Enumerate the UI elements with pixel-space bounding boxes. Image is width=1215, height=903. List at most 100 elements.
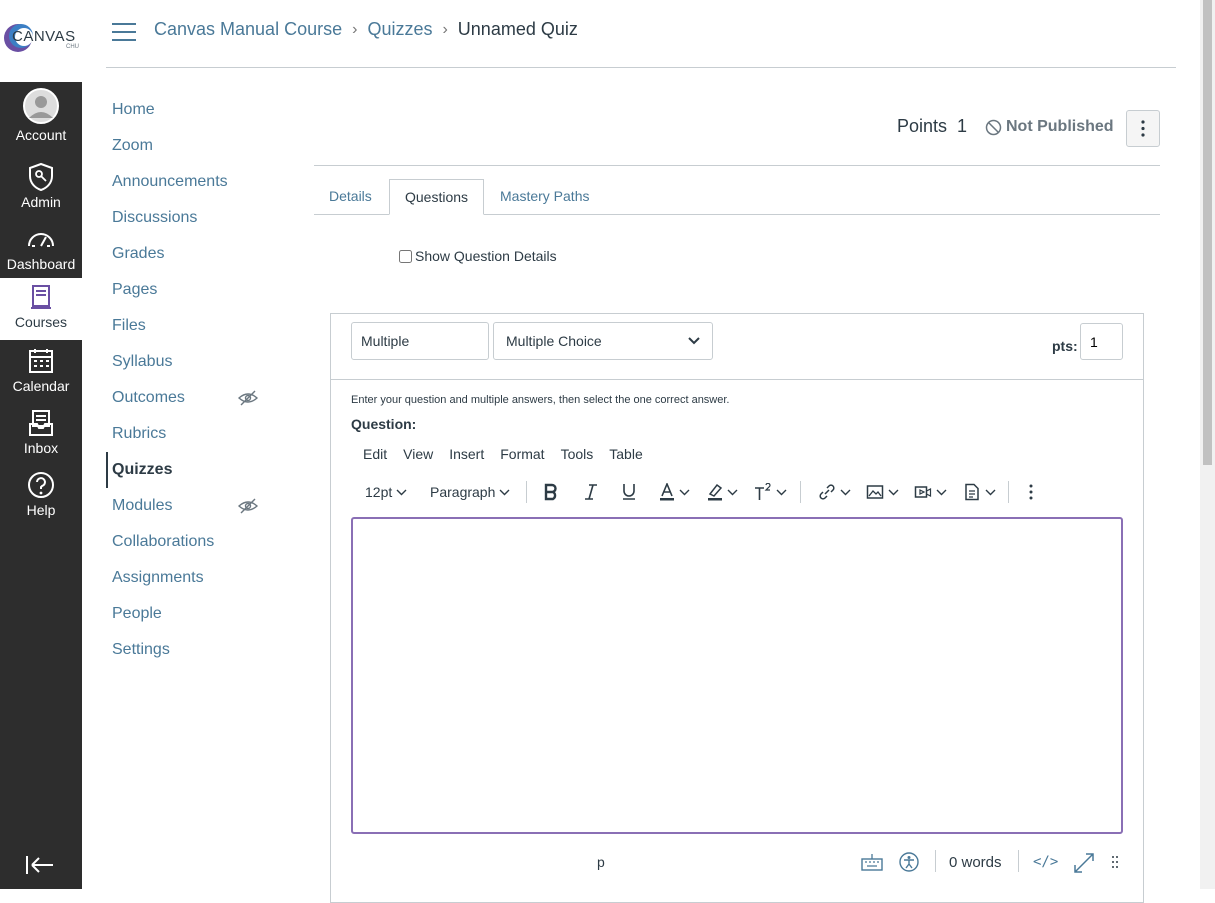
hamburger-menu-icon[interactable] — [112, 22, 136, 42]
toolbar-separator — [800, 481, 801, 503]
global-nav-label: Inbox — [23, 440, 59, 456]
menu-tools[interactable]: Tools — [553, 444, 602, 464]
question-name-input[interactable] — [351, 322, 489, 360]
chevron-down-icon — [985, 489, 996, 495]
editor-statusbar: p 0 words </> — [351, 846, 1123, 880]
question-text-area[interactable] — [351, 517, 1123, 834]
shield-icon — [29, 162, 53, 192]
menu-edit[interactable]: Edit — [351, 444, 395, 464]
menu-table[interactable]: Table — [601, 444, 650, 464]
publish-status-label: Not Published — [1006, 118, 1114, 135]
superscript-button[interactable] — [754, 476, 787, 508]
course-nav-quizzes[interactable]: Quizzes — [106, 452, 276, 488]
menu-insert[interactable]: Insert — [441, 444, 492, 464]
document-button[interactable] — [963, 476, 996, 508]
global-nav-dashboard[interactable]: Dashboard — [0, 220, 82, 282]
course-nav-announcements[interactable]: Announcements — [106, 164, 276, 200]
highlight-icon — [708, 483, 723, 501]
show-question-details-checkbox[interactable] — [399, 249, 412, 263]
highlight-color-button[interactable] — [707, 476, 738, 508]
question-type-value: Multiple Choice — [506, 333, 602, 349]
menu-format[interactable]: Format — [492, 444, 552, 464]
publish-status[interactable]: Not Published — [985, 118, 1114, 136]
tab-mastery-paths[interactable]: Mastery Paths — [485, 179, 604, 215]
page-scrollbar[interactable] — [1200, 0, 1215, 889]
word-count[interactable]: 0 words — [949, 854, 1002, 871]
calendar-icon — [29, 349, 53, 373]
quiz-points: Points 1 — [897, 116, 967, 137]
course-nav: Home Zoom Announcements Discussions Grad… — [106, 92, 276, 668]
global-nav-help[interactable]: Help — [0, 466, 82, 528]
element-path[interactable]: p — [597, 854, 605, 870]
course-nav-collaborations[interactable]: Collaborations — [106, 524, 276, 560]
global-nav-account[interactable]: Account — [0, 84, 82, 146]
breadcrumb-course[interactable]: Canvas Manual Course — [154, 19, 342, 40]
course-nav-discussions[interactable]: Discussions — [106, 200, 276, 236]
course-nav-syllabus[interactable]: Syllabus — [106, 344, 276, 380]
header-divider — [106, 67, 1176, 68]
question-type-select[interactable]: Multiple Choice — [493, 322, 713, 360]
kebab-icon — [1141, 120, 1145, 137]
breadcrumb-separator: › — [352, 20, 358, 38]
question-pts-input[interactable] — [1080, 323, 1123, 360]
italic-button[interactable] — [583, 476, 599, 508]
help-icon — [28, 472, 54, 498]
media-button[interactable] — [914, 476, 947, 508]
menu-view[interactable]: View — [395, 444, 441, 464]
underline-button[interactable] — [621, 476, 637, 508]
avatar-icon — [23, 88, 59, 124]
link-button[interactable] — [818, 476, 851, 508]
toolbar-separator — [526, 481, 527, 503]
canvas-logo[interactable]: CANVAS CHU — [0, 0, 82, 82]
question-header: Multiple Choice pts: — [331, 314, 1143, 380]
course-nav-outcomes[interactable]: Outcomes — [106, 380, 276, 416]
more-tools-button[interactable] — [1027, 476, 1035, 508]
course-nav-pages[interactable]: Pages — [106, 272, 276, 308]
course-nav-assignments[interactable]: Assignments — [106, 560, 276, 596]
keyboard-icon[interactable] — [861, 852, 883, 872]
collapse-nav-icon[interactable] — [24, 853, 56, 877]
global-nav-label: Admin — [21, 194, 61, 210]
tab-details[interactable]: Details — [314, 179, 387, 215]
course-nav-grades[interactable]: Grades — [106, 236, 276, 272]
html-editor-toggle[interactable]: </> — [1033, 854, 1058, 870]
chevron-down-icon — [840, 489, 851, 495]
resize-handle-icon[interactable] — [1111, 854, 1119, 870]
global-nav-courses[interactable]: Courses — [0, 278, 82, 340]
tab-questions[interactable]: Questions — [389, 179, 485, 215]
show-question-details[interactable]: Show Question Details — [399, 248, 557, 264]
quiz-options-button[interactable] — [1126, 110, 1160, 147]
eye-slash-icon — [238, 498, 258, 514]
course-nav-settings[interactable]: Settings — [106, 632, 276, 668]
image-button[interactable] — [866, 476, 899, 508]
chevron-down-icon — [396, 489, 407, 495]
statusbar-separator — [935, 850, 936, 872]
course-nav-modules[interactable]: Modules — [106, 488, 276, 524]
unpublished-icon — [985, 119, 1002, 135]
block-format-dropdown[interactable]: Paragraph — [430, 476, 510, 508]
accessibility-icon[interactable] — [899, 852, 919, 872]
course-nav-home[interactable]: Home — [106, 92, 276, 128]
header-divider — [314, 165, 1160, 166]
text-color-button[interactable] — [659, 476, 690, 508]
course-nav-label: Modules — [112, 497, 173, 514]
course-nav-rubrics[interactable]: Rubrics — [106, 416, 276, 452]
global-nav-calendar[interactable]: Calendar — [0, 342, 82, 404]
font-size-dropdown[interactable]: 12pt — [365, 476, 407, 508]
global-nav-inbox[interactable]: Inbox — [0, 404, 82, 466]
fullscreen-icon[interactable] — [1073, 852, 1095, 874]
toolbar-separator — [1008, 481, 1009, 503]
course-nav-people[interactable]: People — [106, 596, 276, 632]
scrollbar-thumb[interactable] — [1203, 0, 1212, 465]
breadcrumb: Canvas Manual Course › Quizzes › Unnamed… — [154, 19, 578, 40]
editor-toolbar: 12pt Paragraph — [351, 476, 1123, 508]
bold-button[interactable] — [543, 476, 559, 508]
question-instructions: Enter your question and multiple answers… — [351, 394, 730, 406]
course-nav-zoom[interactable]: Zoom — [106, 128, 276, 164]
bold-icon — [544, 483, 557, 501]
global-nav-admin[interactable]: Admin — [0, 158, 82, 220]
course-nav-files[interactable]: Files — [106, 308, 276, 344]
chevron-down-icon — [888, 489, 899, 495]
underline-icon — [623, 484, 635, 500]
breadcrumb-quizzes[interactable]: Quizzes — [367, 19, 432, 40]
